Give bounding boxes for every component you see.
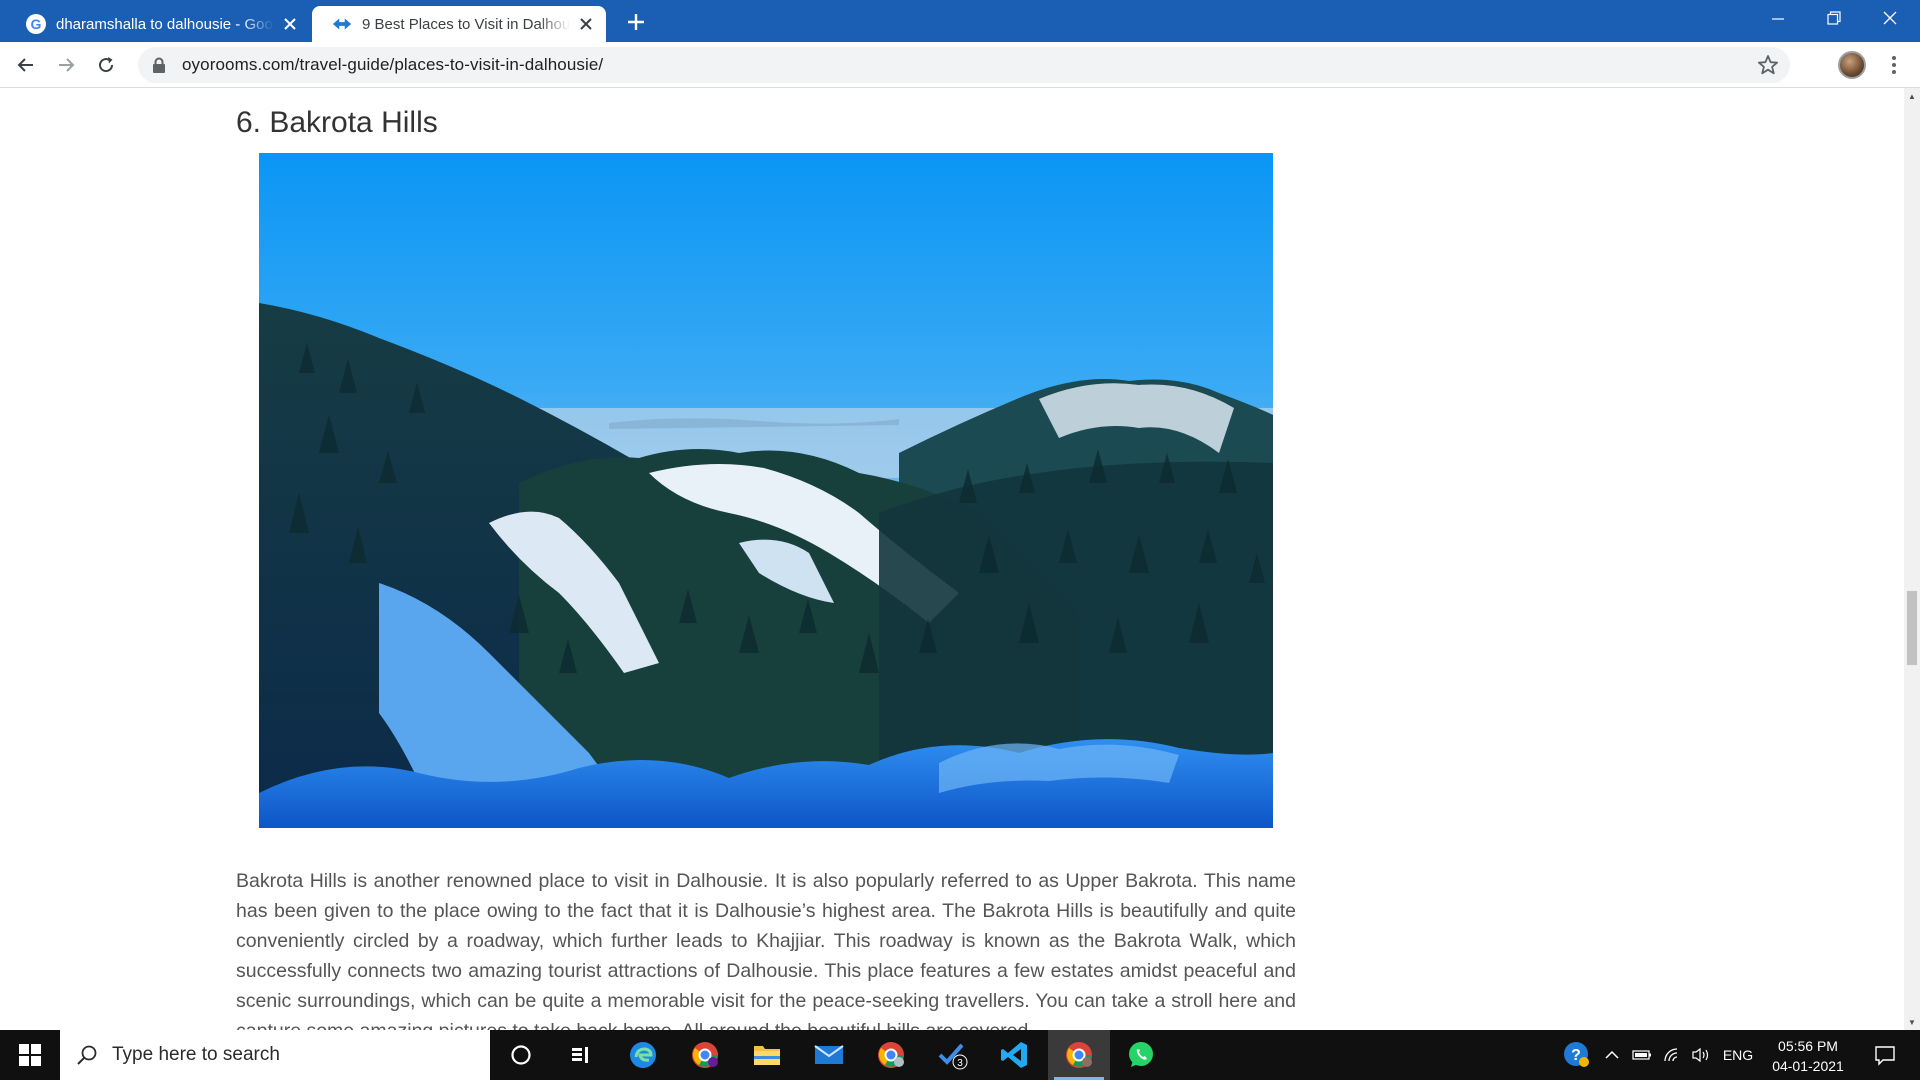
- section-heading: 6. Bakrota Hills: [236, 106, 438, 139]
- close-tab-icon[interactable]: [576, 14, 596, 34]
- page-content: 6. Bakrota Hills Bakrota Hills is anothe…: [0, 88, 1904, 1030]
- clock-time: 05:56 PM: [1778, 1038, 1838, 1054]
- search-icon: [76, 1044, 98, 1066]
- article-paragraph: Bakrota Hills is another renowned place …: [236, 870, 1296, 1030]
- minimize-button[interactable]: [1750, 0, 1806, 36]
- tab-dalhousie-guide[interactable]: 9 Best Places to Visit in Dalhousie: [312, 6, 606, 42]
- todo-badge: 3: [957, 1058, 963, 1069]
- new-tab-button[interactable]: [622, 8, 650, 36]
- chrome-icon[interactable]: [860, 1030, 922, 1080]
- browser-menu-button[interactable]: [1880, 51, 1908, 79]
- tab-google-search[interactable]: G dharamshalla to dalhousie - Goo: [6, 6, 310, 42]
- forward-button[interactable]: [50, 49, 82, 81]
- whatsapp-icon[interactable]: [1110, 1030, 1172, 1080]
- oyo-travel-icon: [332, 14, 352, 34]
- scroll-down-arrow[interactable]: ▼: [1904, 1014, 1920, 1030]
- bakrota-hills-image: [259, 153, 1273, 828]
- address-bar[interactable]: oyorooms.com/travel-guide/places-to-visi…: [138, 47, 1790, 83]
- scroll-up-arrow[interactable]: ▲: [1904, 88, 1920, 104]
- browser-toolbar: oyorooms.com/travel-guide/places-to-visi…: [0, 42, 1920, 88]
- clock-date: 04-01-2021: [1772, 1058, 1844, 1074]
- close-tab-icon[interactable]: [280, 14, 300, 34]
- close-window-button[interactable]: [1862, 0, 1918, 36]
- reload-button[interactable]: [90, 49, 122, 81]
- edge-icon[interactable]: [612, 1030, 674, 1080]
- todo-icon[interactable]: 3: [922, 1030, 984, 1080]
- restore-button[interactable]: [1806, 0, 1862, 36]
- task-view-icon[interactable]: [550, 1030, 612, 1080]
- system-clock[interactable]: 05:56 PM 04-01-2021: [1756, 1036, 1860, 1076]
- tab-title: dharamshalla to dalhousie - Goo: [56, 15, 273, 33]
- file-explorer-icon[interactable]: [736, 1030, 798, 1080]
- bookmark-star-icon[interactable]: [1756, 53, 1780, 77]
- browser-tab-strip: G dharamshalla to dalhousie - Goo 9 Best…: [0, 0, 1920, 42]
- lock-icon[interactable]: [152, 57, 166, 73]
- vscode-icon[interactable]: [984, 1030, 1046, 1080]
- google-g-icon: G: [26, 14, 46, 34]
- chrome-active-icon[interactable]: [1048, 1030, 1110, 1080]
- svg-text:G: G: [31, 16, 42, 32]
- taskbar-search-box[interactable]: Type here to search: [60, 1030, 490, 1080]
- wifi-icon[interactable]: [1660, 1030, 1684, 1080]
- cortana-icon[interactable]: [490, 1030, 552, 1080]
- scrollbar-thumb[interactable]: [1907, 591, 1917, 665]
- back-button[interactable]: [10, 49, 42, 81]
- volume-icon[interactable]: [1688, 1030, 1714, 1080]
- help-icon[interactable]: ?: [1560, 1030, 1594, 1080]
- mail-icon[interactable]: [798, 1030, 860, 1080]
- battery-icon[interactable]: [1630, 1030, 1654, 1080]
- profile-avatar[interactable]: [1838, 51, 1866, 79]
- notification-center-icon[interactable]: [1860, 1030, 1910, 1080]
- windows-start-button[interactable]: [0, 1030, 60, 1080]
- search-placeholder: Type here to search: [112, 1044, 280, 1065]
- language-label: ENG: [1722, 1047, 1754, 1063]
- windows-taskbar: Type here to search 3 ? ENG 05:56 PM 04-…: [0, 1030, 1920, 1080]
- page-scrollbar[interactable]: ▲ ▼: [1904, 88, 1920, 1030]
- show-hidden-icons-chevron-icon[interactable]: [1600, 1030, 1624, 1080]
- language-indicator[interactable]: ENG: [1718, 1030, 1758, 1080]
- chrome-profile-icon[interactable]: [674, 1030, 736, 1080]
- url-text[interactable]: oyorooms.com/travel-guide/places-to-visi…: [182, 55, 603, 75]
- tab-title: 9 Best Places to Visit in Dalhousie: [362, 15, 570, 33]
